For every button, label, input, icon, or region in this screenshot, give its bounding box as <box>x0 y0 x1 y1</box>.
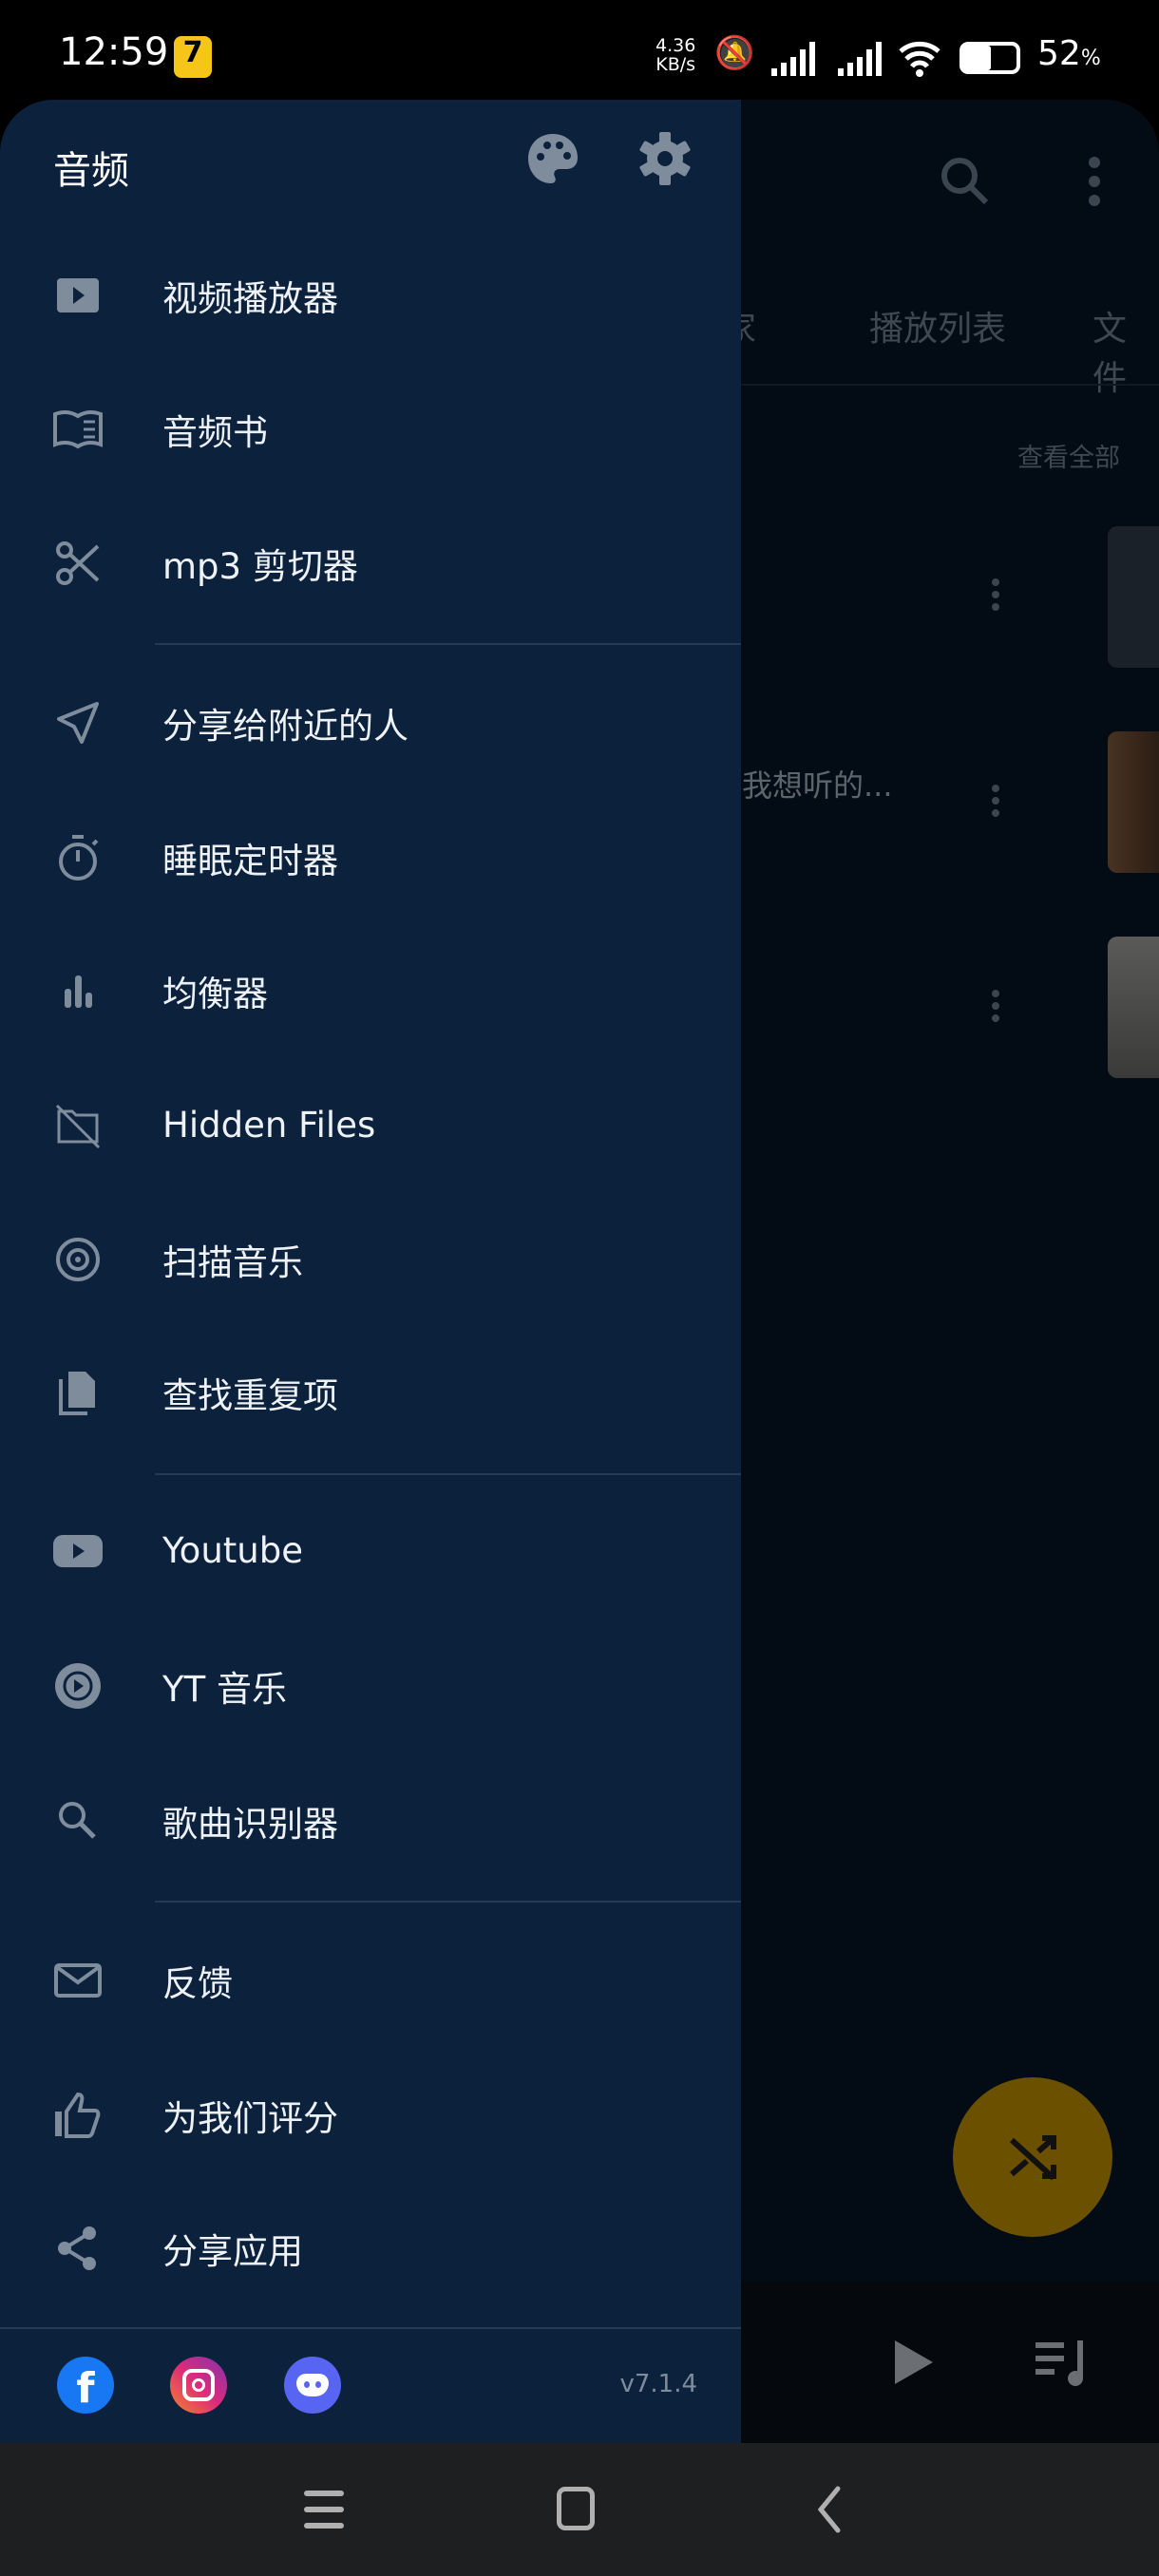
net-speed-value: 4.36 <box>656 35 696 56</box>
menu-item-duplicate[interactable]: 查找重复项 <box>0 1331 741 1454</box>
footer-divider <box>0 2327 741 2329</box>
menu-item-label: 扫描音乐 <box>162 1242 303 1283</box>
menu-item-hidden-folder[interactable]: Hidden Files <box>0 1063 741 1186</box>
menu-divider <box>155 1473 741 1475</box>
menu-item-label: 反馈 <box>162 1963 233 2004</box>
menu-item-label: Youtube <box>162 1529 303 1571</box>
tab-divider <box>741 384 1159 386</box>
battery-icon <box>960 42 1020 74</box>
album-thumbnail[interactable] <box>1108 526 1159 668</box>
search-icon <box>51 1794 104 1847</box>
clock: 12:59 <box>59 30 169 74</box>
menu-item-thumbs-up[interactable]: 为我们评分 <box>0 2054 741 2177</box>
navigation-drawer: 音频 视频播放器音频书 mp3 剪切器分享给附近的人 睡眠定时器均衡器 Hidden … <box>0 100 741 2443</box>
palette-icon[interactable] <box>524 130 581 187</box>
menu-item-label: 音频书 <box>162 412 268 453</box>
scan-icon <box>51 1233 104 1286</box>
menu-item-label: 歌曲识别器 <box>162 1804 338 1845</box>
menu-item-send[interactable]: 分享给附近的人 <box>0 661 741 785</box>
timer-icon <box>51 831 104 884</box>
item-more-icon[interactable] <box>986 784 1005 822</box>
menu-item-label: 均衡器 <box>162 974 268 1014</box>
menu-item-yt-music[interactable]: YT 音乐 <box>0 1624 741 1748</box>
thumbs-up-icon <box>51 2089 104 2142</box>
menu-item-label: mp3 剪切器 <box>162 546 358 587</box>
view-all-link[interactable]: 查看全部 <box>1017 437 1120 474</box>
menu-item-label: 分享给附近的人 <box>162 706 408 747</box>
album-thumbnail[interactable] <box>1108 731 1159 873</box>
menu-item-label: 查找重复项 <box>162 1375 338 1416</box>
book-icon <box>51 403 104 456</box>
menu-item-youtube[interactable]: Youtube <box>0 1488 741 1612</box>
drawer-title: 音频 <box>53 149 129 193</box>
app-version: v7.1.4 <box>619 2370 697 2398</box>
send-icon <box>51 696 104 749</box>
list-item-text: 我想听的... <box>742 767 893 804</box>
net-speed: 4.36 KB/s <box>656 36 695 74</box>
menu-divider <box>155 1901 741 1903</box>
video-player-icon <box>51 269 104 322</box>
wifi-icon <box>899 41 940 77</box>
system-nav-bar <box>0 2443 1159 2576</box>
menu-item-equalizer[interactable]: 均衡器 <box>0 929 741 1052</box>
menu-item-search[interactable]: 歌曲识别器 <box>0 1759 741 1883</box>
net-speed-unit: KB/s <box>656 54 696 75</box>
menu-item-scan[interactable]: 扫描音乐 <box>0 1198 741 1321</box>
menu-item-video-player[interactable]: 视频播放器 <box>0 234 741 357</box>
battery-unit: % <box>1080 47 1101 70</box>
share-icon <box>51 2222 104 2275</box>
item-more-icon[interactable] <box>986 989 1005 1027</box>
battery-value: 52 <box>1037 34 1081 73</box>
more-icon[interactable] <box>1083 153 1106 210</box>
home-button[interactable] <box>557 2487 595 2530</box>
album-thumbnail[interactable] <box>1108 937 1159 1078</box>
scissors-icon <box>51 537 104 590</box>
menu-item-label: 为我们评分 <box>162 2098 338 2139</box>
equalizer-icon <box>51 964 104 1017</box>
menu-item-scissors[interactable]: mp3 剪切器 <box>0 502 741 625</box>
duplicate-icon <box>51 1366 104 1419</box>
menu-item-label: 分享应用 <box>162 2231 303 2272</box>
menu-item-share[interactable]: 分享应用 <box>0 2187 741 2310</box>
shuffle-icon <box>1009 2135 1056 2181</box>
menu-item-mail[interactable]: 反馈 <box>0 1919 741 2042</box>
item-more-icon[interactable] <box>986 578 1005 616</box>
search-icon[interactable] <box>937 153 994 210</box>
mini-player[interactable] <box>741 2282 1159 2443</box>
shuffle-fab[interactable] <box>953 2077 1112 2237</box>
gear-icon[interactable] <box>636 130 694 187</box>
menu-divider <box>155 643 741 645</box>
instagram-icon[interactable] <box>170 2357 227 2414</box>
status-bar: 12:59 7 4.36 KB/s 🔕 52% <box>0 0 1159 100</box>
battery-percent: 52% <box>1037 34 1101 73</box>
app-notification-icon: 7 <box>174 36 212 78</box>
hidden-folder-icon <box>51 1098 104 1151</box>
facebook-icon[interactable]: f <box>57 2357 114 2414</box>
menu-item-timer[interactable]: 睡眠定时器 <box>0 796 741 919</box>
queue-icon[interactable] <box>1036 2339 1092 2386</box>
recents-button[interactable] <box>304 2489 344 2530</box>
back-button[interactable] <box>815 2485 844 2534</box>
play-icon[interactable] <box>893 2339 935 2386</box>
mute-icon: 🔕 <box>714 34 755 72</box>
menu-item-label: YT 音乐 <box>162 1669 287 1710</box>
mail-icon <box>51 1954 104 2007</box>
discord-icon[interactable] <box>284 2357 341 2414</box>
menu-item-book[interactable]: 音频书 <box>0 368 741 491</box>
menu-item-label: Hidden Files <box>162 1104 376 1146</box>
yt-music-icon <box>51 1659 104 1713</box>
youtube-icon <box>51 1524 104 1577</box>
menu-item-label: 睡眠定时器 <box>162 841 338 881</box>
menu-item-label: 视频播放器 <box>162 278 338 319</box>
tab-playlists[interactable]: 播放列表 <box>869 301 1006 350</box>
